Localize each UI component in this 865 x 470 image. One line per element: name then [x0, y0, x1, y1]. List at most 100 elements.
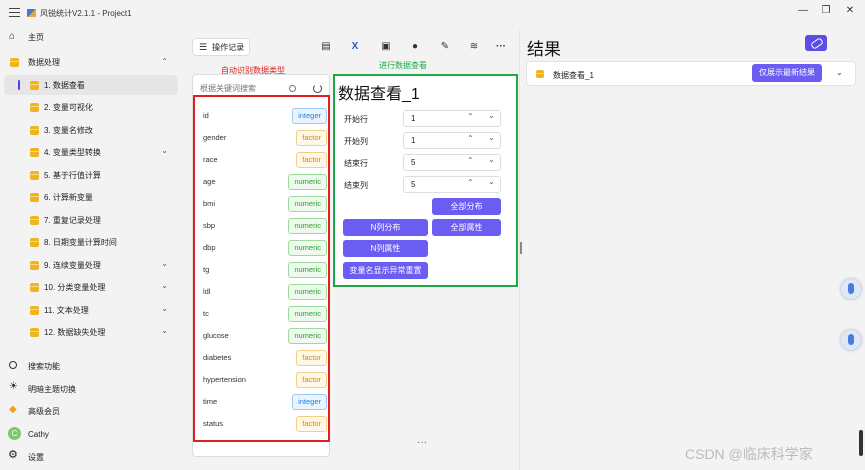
tools-icon[interactable]: ✎: [439, 41, 451, 53]
database-stack-icon[interactable]: ≋: [468, 41, 480, 53]
sidebar-item-missing[interactable]: 12. 数据缺失处理 ⌄: [4, 322, 178, 342]
search-icon[interactable]: [289, 85, 296, 92]
sidebar-item-new-variable[interactable]: 6. 计算新变量: [4, 187, 178, 207]
sidebar-group-data-processing[interactable]: 数据处理 ⌃: [4, 52, 178, 72]
chevron-down-icon[interactable]: ⌄: [836, 68, 843, 77]
database-icon: [30, 238, 39, 247]
sidebar-item-settings[interactable]: ⚙ 设置: [4, 447, 178, 467]
sidebar-item-label: 设置: [28, 452, 44, 462]
link-icon[interactable]: [805, 35, 827, 51]
close-button[interactable]: ✕: [843, 4, 857, 18]
start-row-stepper[interactable]: 1 ⌃ ⌄: [403, 110, 501, 127]
stepper-value: 1: [411, 114, 416, 123]
database-icon: [30, 126, 39, 135]
chevron-up-icon[interactable]: ⌃: [467, 178, 474, 187]
sidebar: ⌂ 主页 数据处理 ⌃ 1. 数据查看 2. 变量可视化 3. 变量名修改 4.…: [0, 24, 182, 470]
database-icon: [30, 261, 39, 270]
chevron-down-icon: ⌄: [161, 304, 168, 313]
pager-dots[interactable]: ···: [417, 437, 427, 448]
watermark: CSDN @临床科学家: [685, 446, 813, 462]
sidebar-item-label: 数据处理: [28, 57, 60, 67]
database-icon: [30, 283, 39, 292]
history-button[interactable]: ☰ 操作记录: [192, 38, 250, 56]
sidebar-item-label: 7. 重复记录处理: [44, 215, 101, 225]
sidebar-item-variable-rename[interactable]: 3. 变量名修改: [4, 120, 178, 140]
chevron-down-icon[interactable]: ⌄: [488, 111, 495, 120]
database-icon: [30, 193, 39, 202]
database-icon: [30, 216, 39, 225]
sidebar-item-categorical[interactable]: 10. 分类变量处理 ⌄: [4, 277, 178, 297]
sidebar-item-label: 3. 变量名修改: [44, 125, 93, 135]
show-latest-button[interactable]: 仅展示最新结果: [752, 64, 822, 82]
end-col-stepper[interactable]: 5 ⌃ ⌄: [403, 176, 501, 193]
sidebar-item-search[interactable]: 搜索功能: [4, 356, 178, 376]
chevron-down-icon[interactable]: ⌄: [488, 155, 495, 164]
sidebar-item-continuous[interactable]: 9. 连续变量处理 ⌄: [4, 255, 178, 275]
app-logo-icon: [27, 9, 36, 17]
end-row-stepper[interactable]: 5 ⌃ ⌄: [403, 154, 501, 171]
stepper-value: 1: [411, 136, 416, 145]
excel-icon[interactable]: X: [349, 41, 361, 53]
sidebar-item-label: 9. 连续变量处理: [44, 260, 101, 270]
sidebar-item-label: 搜索功能: [28, 361, 60, 371]
save-icon[interactable]: ▣: [380, 41, 392, 53]
chevron-up-icon[interactable]: ⌃: [467, 156, 474, 165]
all-distribution-button[interactable]: 全部分布: [432, 198, 501, 215]
chevron-down-icon[interactable]: ⌄: [488, 177, 495, 186]
float-assistant-icon[interactable]: [841, 330, 861, 350]
scrollbar[interactable]: [859, 430, 863, 456]
maximize-button[interactable]: ❐: [819, 4, 833, 18]
resize-handle[interactable]: [520, 242, 522, 254]
document-icon[interactable]: ▤: [320, 41, 332, 53]
chat-icon[interactable]: ●: [409, 41, 421, 53]
chevron-down-icon[interactable]: ⌄: [488, 133, 495, 142]
chevron-down-icon: ⌄: [161, 281, 168, 290]
more-icon[interactable]: ···: [495, 41, 507, 53]
auto-type-annotation: 自动识别数据类型: [221, 66, 285, 75]
viewer-title: 数据查看_1: [338, 86, 420, 103]
n-col-distribution-button[interactable]: N列分布: [343, 219, 428, 236]
sidebar-item-type-conversion[interactable]: 4. 变量类型转换 ⌄: [4, 142, 178, 162]
results-title: 结果: [527, 40, 561, 59]
sun-icon: ☀: [9, 381, 18, 392]
sidebar-item-date-calc[interactable]: 8. 日期变量计算时间: [4, 232, 178, 252]
gear-icon: ⚙: [8, 449, 18, 461]
sidebar-item-vip[interactable]: ◆ 高级会员: [4, 401, 178, 421]
end-row-label: 结束行: [344, 159, 368, 168]
sidebar-item-home[interactable]: ⌂ 主页: [4, 27, 178, 47]
user-name: Cathy: [28, 429, 49, 439]
stepper-value: 5: [411, 158, 416, 167]
sidebar-item-text[interactable]: 11. 文本处理 ⌄: [4, 300, 178, 320]
rename-reset-button[interactable]: 变量名显示异常重置: [343, 262, 428, 279]
menu-icon[interactable]: [9, 8, 20, 17]
sidebar-item-duplicates[interactable]: 7. 重复记录处理: [4, 210, 178, 230]
chevron-up-icon[interactable]: ⌃: [467, 134, 474, 143]
n-col-attributes-button[interactable]: N列属性: [343, 240, 428, 257]
start-col-label: 开始列: [344, 137, 368, 146]
avatar: C: [8, 427, 21, 440]
start-col-stepper[interactable]: 1 ⌃ ⌄: [403, 132, 501, 149]
list-icon: ☰: [199, 41, 208, 52]
sidebar-item-data-view[interactable]: 1. 数据查看: [4, 75, 178, 95]
database-icon: [30, 306, 39, 315]
minimize-button[interactable]: —: [796, 4, 810, 18]
refresh-icon[interactable]: [313, 84, 322, 93]
sidebar-item-label: 10. 分类变量处理: [44, 282, 106, 292]
sidebar-item-label: 8. 日期变量计算时间: [44, 237, 117, 247]
sidebar-item-label: 高级会员: [28, 406, 60, 416]
home-icon: ⌂: [9, 31, 16, 42]
title-bar: 风锐统计V2.1.1 - Project1 — ❐ ✕: [0, 0, 865, 24]
history-label: 操作记录: [212, 42, 245, 52]
sidebar-item-label: 6. 计算新变量: [44, 192, 93, 202]
sidebar-item-row-calc[interactable]: 5. 基于行值计算: [4, 165, 178, 185]
float-assistant-icon[interactable]: [841, 279, 861, 299]
sidebar-item-variable-visualization[interactable]: 2. 变量可视化: [4, 97, 178, 117]
chevron-up-icon: ⌃: [161, 57, 168, 66]
sidebar-item-user[interactable]: C Cathy: [4, 424, 178, 444]
all-attributes-button[interactable]: 全部属性: [432, 219, 501, 236]
database-icon: [30, 148, 39, 157]
start-row-label: 开始行: [344, 115, 368, 124]
result-item-label: 数据查看_1: [553, 71, 594, 80]
chevron-up-icon[interactable]: ⌃: [467, 112, 474, 121]
sidebar-item-theme[interactable]: ☀ 明暗主题切换: [4, 379, 178, 399]
